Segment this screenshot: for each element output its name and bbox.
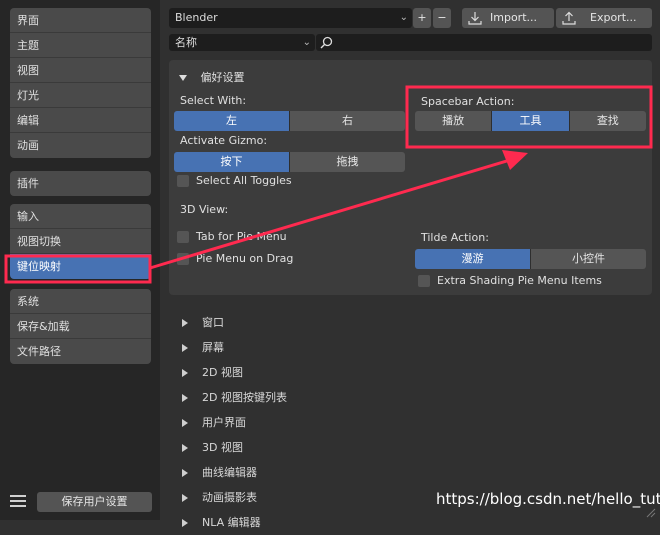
sidebar-item-keymap[interactable]: 键位映射 (10, 254, 151, 279)
activate-gizmo-label: Activate Gizmo: (180, 134, 268, 147)
keymap-preset-value: Blender (175, 11, 218, 24)
spacebar-play-option[interactable]: 播放 (415, 111, 493, 131)
sidebar-group-input: 输入 视图切换 键位映射 (10, 204, 151, 279)
section-label: 屏幕 (202, 341, 224, 354)
activate-gizmo-toggle: 按下 拖拽 (174, 152, 405, 172)
checkbox-box (418, 275, 430, 287)
section-label: 窗口 (202, 316, 224, 329)
extra-shading-pie-menu-label: Extra Shading Pie Menu Items (437, 274, 602, 287)
sidebar-item-themes[interactable]: 主题 (10, 33, 151, 58)
preferences-header[interactable]: 偏好设置 (179, 69, 245, 85)
preferences-title: 偏好设置 (200, 71, 245, 84)
select-all-toggles-label: Select All Toggles (196, 174, 292, 187)
sidebar-group-interface: 界面 主题 视图 灯光 编辑 动画 (10, 8, 151, 158)
preferences-sidebar: 界面 主题 视图 灯光 编辑 动画 插件 输入 视图切换 键位映射 系统 保存&… (0, 0, 160, 520)
expand-triangle-icon (179, 75, 187, 81)
sidebar-item-addons[interactable]: 插件 (10, 171, 151, 196)
import-button[interactable]: Import... (462, 8, 554, 28)
keymap-section-screen[interactable]: 屏幕 (182, 335, 642, 360)
collapsed-triangle-icon (182, 494, 188, 502)
keymap-section-window[interactable]: 窗口 (182, 310, 642, 335)
checkbox-box (177, 231, 189, 243)
spacebar-action-toggle: 播放 工具 查找 (415, 111, 646, 131)
select-all-toggles-checkbox[interactable]: Select All Toggles (177, 173, 292, 189)
sidebar-group-addons: 插件 (10, 171, 151, 196)
sidebar-item-navigation[interactable]: 视图切换 (10, 229, 151, 254)
sidebar-item-file-paths[interactable]: 文件路径 (10, 339, 151, 364)
section-label: NLA 编辑器 (202, 516, 261, 529)
remove-preset-button[interactable]: − (433, 8, 451, 28)
extra-shading-pie-menu-checkbox[interactable]: Extra Shading Pie Menu Items (418, 273, 602, 289)
select-with-toggle: 左 右 (174, 111, 405, 131)
keymap-section-3d-view[interactable]: 3D 视图 (182, 435, 642, 460)
collapsed-triangle-icon (182, 319, 188, 327)
sidebar-item-editing[interactable]: 编辑 (10, 108, 151, 133)
section-label: 用户界面 (202, 416, 246, 429)
collapsed-triangle-icon (182, 344, 188, 352)
filter-type-dropdown[interactable]: 名称 ⌄ (169, 34, 315, 51)
collapsed-triangle-icon (182, 419, 188, 427)
hamburger-menu-icon[interactable] (10, 494, 26, 508)
add-preset-button[interactable]: + (413, 8, 431, 28)
sidebar-group-system: 系统 保存&加载 文件路径 (10, 289, 151, 364)
sidebar-item-system[interactable]: 系统 (10, 289, 151, 314)
save-preferences-button[interactable]: 保存用户设置 (37, 492, 152, 512)
watermark-text: https://blog.csdn.net/hello_tute (436, 490, 660, 508)
section-label: 曲线编辑器 (202, 466, 257, 479)
collapsed-triangle-icon (182, 369, 188, 377)
chevron-down-icon: ⌄ (302, 37, 311, 48)
3d-view-label: 3D View: (180, 203, 229, 216)
sidebar-item-animation[interactable]: 动画 (10, 133, 151, 158)
chevron-down-icon: ⌄ (399, 12, 408, 23)
collapsed-triangle-icon (182, 519, 188, 527)
sidebar-item-save-load[interactable]: 保存&加载 (10, 314, 151, 339)
keymap-preferences-panel: 偏好设置 Select With: 左 右 Activate Gizmo: 按下… (169, 60, 652, 295)
pie-menu-on-drag-label: Pie Menu on Drag (196, 252, 294, 265)
export-button[interactable]: Export... (556, 8, 652, 28)
keymap-editor: Blender ⌄ + − Import... Export... 名称 ⌄ 偏… (160, 0, 660, 529)
spacebar-search-option[interactable]: 查找 (569, 111, 646, 131)
tab-for-pie-menu-checkbox[interactable]: Tab for Pie Menu (177, 229, 287, 245)
spacebar-action-label: Spacebar Action: (421, 95, 515, 108)
sidebar-item-viewport[interactable]: 视图 (10, 58, 151, 83)
collapsed-triangle-icon (182, 394, 188, 402)
section-label: 2D 视图 (202, 366, 243, 379)
export-icon (562, 11, 576, 25)
search-input[interactable] (316, 34, 652, 51)
keymap-section-nla-editor[interactable]: NLA 编辑器 (182, 510, 642, 535)
activate-gizmo-press-option[interactable]: 按下 (174, 152, 290, 172)
tilde-navigate-option[interactable]: 漫游 (415, 249, 531, 269)
tilde-gizmos-option[interactable]: 小控件 (531, 249, 646, 269)
keymap-section-2d-view-buttons-list[interactable]: 2D 视图按键列表 (182, 385, 642, 410)
export-label: Export... (590, 11, 637, 24)
collapsed-triangle-icon (182, 469, 188, 477)
tab-for-pie-menu-label: Tab for Pie Menu (196, 230, 287, 243)
section-label: 动画摄影表 (202, 491, 257, 504)
sidebar-item-interface[interactable]: 界面 (10, 8, 151, 33)
select-with-right-option[interactable]: 右 (290, 111, 405, 131)
tilde-action-label: Tilde Action: (421, 231, 489, 244)
collapsed-triangle-icon (182, 444, 188, 452)
keymap-section-2d-view[interactable]: 2D 视图 (182, 360, 642, 385)
select-with-left-option[interactable]: 左 (174, 111, 290, 131)
checkbox-box (177, 253, 189, 265)
import-label: Import... (490, 11, 537, 24)
keymap-section-graph-editor[interactable]: 曲线编辑器 (182, 460, 642, 485)
section-label: 2D 视图按键列表 (202, 391, 287, 404)
filter-type-value: 名称 (175, 36, 197, 49)
search-icon (320, 36, 333, 49)
tilde-action-toggle: 漫游 小控件 (415, 249, 646, 269)
section-label: 3D 视图 (202, 441, 243, 454)
keymap-preset-dropdown[interactable]: Blender ⌄ (169, 8, 412, 28)
spacebar-tools-option[interactable]: 工具 (492, 111, 570, 131)
import-icon (468, 12, 482, 25)
sidebar-item-input[interactable]: 输入 (10, 204, 151, 229)
pie-menu-on-drag-checkbox[interactable]: Pie Menu on Drag (177, 251, 293, 267)
activate-gizmo-drag-option[interactable]: 拖拽 (290, 152, 405, 172)
checkbox-box (177, 175, 189, 187)
resize-grip-icon[interactable] (644, 506, 656, 518)
sidebar-item-lights[interactable]: 灯光 (10, 83, 151, 108)
keymap-section-user-interface[interactable]: 用户界面 (182, 410, 642, 435)
select-with-label: Select With: (180, 94, 247, 107)
